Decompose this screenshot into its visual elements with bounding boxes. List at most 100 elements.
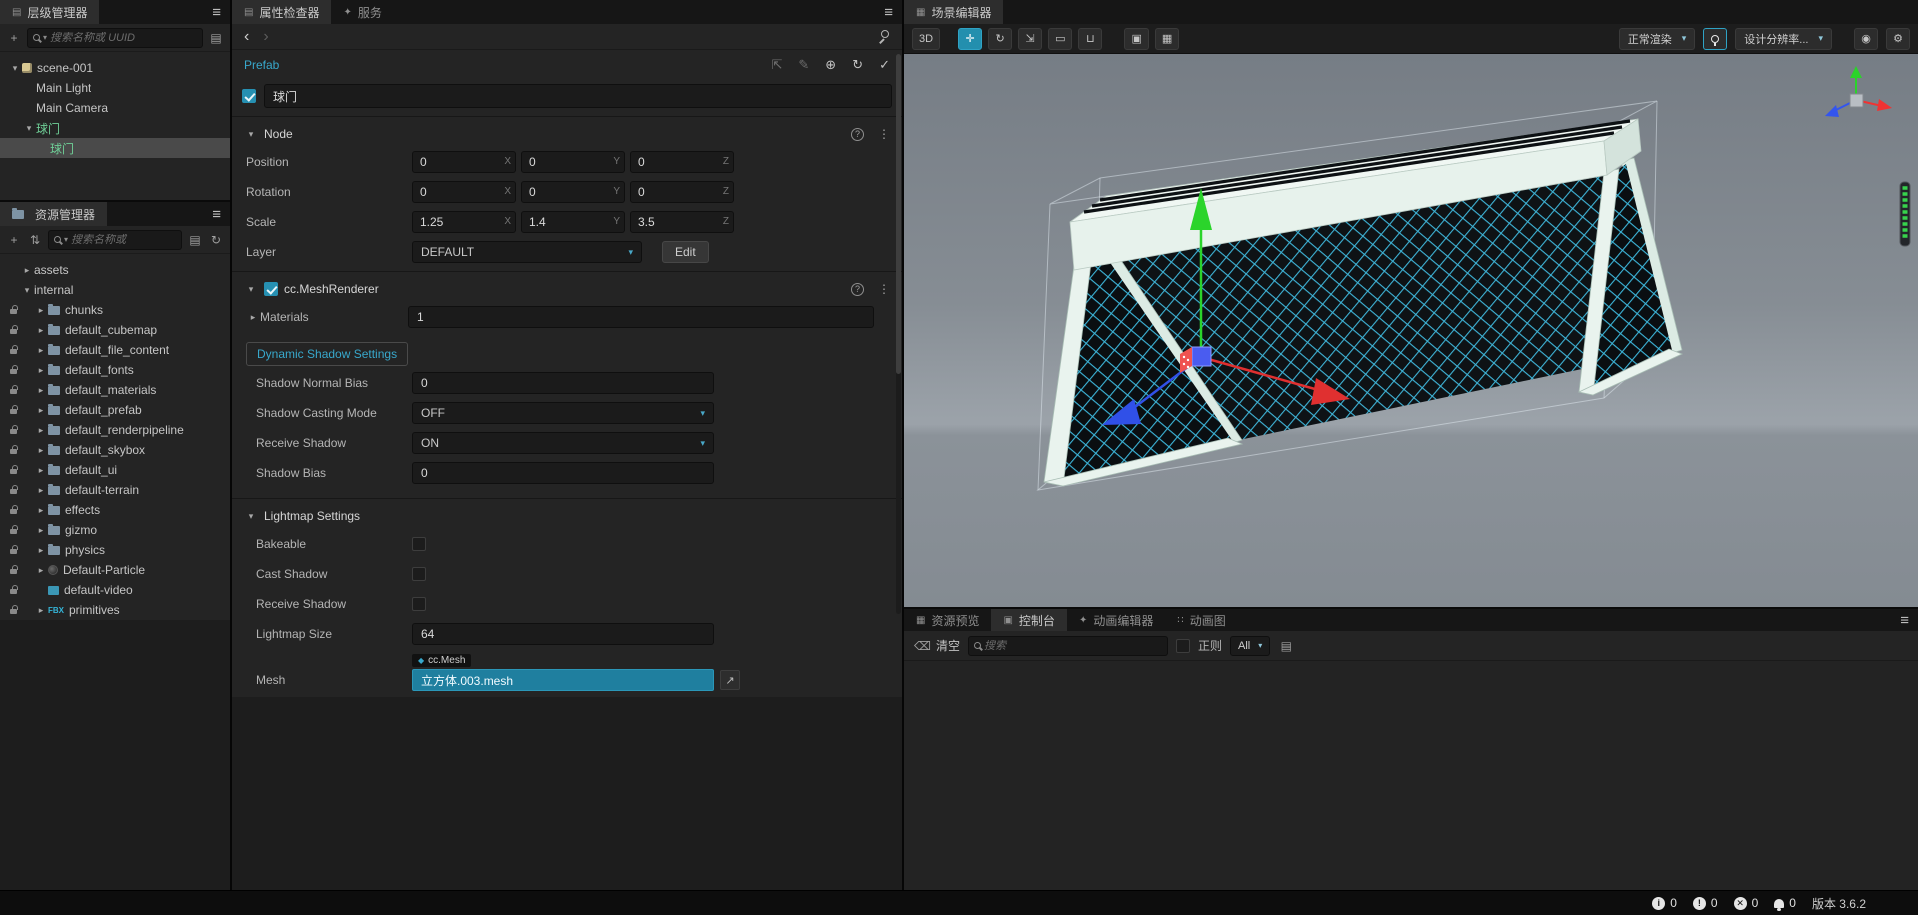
asset-tree-row[interactable]: ▸ gizmo [0,520,230,540]
hierarchy-tree-row[interactable]: ▾ 球门 [0,118,230,138]
render-mode-select[interactable]: 正常渲染 ▾ [1618,27,1696,50]
mesh-asset-field[interactable]: 立方体.003.mesh [412,669,714,691]
capture-button[interactable]: ◉ [1854,27,1878,50]
meshrenderer-enabled-checkbox[interactable] [264,282,278,296]
tab-assets[interactable]: 资源管理器 [0,202,108,226]
expand-arrow-icon[interactable]: ▸ [34,385,48,396]
coords-toggle-button[interactable]: ▦ [1154,27,1180,50]
asset-tree-row[interactable]: ▸ default_renderpipeline [0,420,230,440]
tab-hierarchy[interactable]: ▤ 层级管理器 [0,0,100,24]
console-clear-button[interactable]: ⌫ 清空 [914,637,960,654]
create-asset-button[interactable]: + [6,233,22,247]
console-search[interactable] [967,635,1168,656]
tab-animation-graph[interactable]: ∷ 动画图 [1165,609,1237,631]
asset-tree-row[interactable]: ▸ default-terrain [0,480,230,500]
search-filter-caret-icon[interactable]: ▾ [64,235,68,244]
restore-prefab-button[interactable]: ↻ [852,57,863,73]
collapse-arrow-icon[interactable]: ▾ [20,285,34,296]
console-log-area[interactable] [904,661,1918,890]
asset-tree-row[interactable]: default-video [0,580,230,600]
scale-z-input[interactable] [630,211,734,233]
inspector-scrollbar[interactable] [896,54,901,614]
layer-edit-button[interactable]: Edit [662,241,709,263]
regex-checkbox[interactable] [1175,638,1190,653]
asset-tree-row[interactable]: ▸ default_fonts [0,360,230,380]
asset-tree-row[interactable]: ▸ chunks [0,300,230,320]
asset-tree-row[interactable]: ▸ physics [0,540,230,560]
snap-tool-button[interactable]: ⊔ [1078,27,1103,50]
tab-scene-editor[interactable]: ▦ 场景编辑器 [904,0,1004,24]
error-count[interactable]: ✕ 0 [1733,896,1758,910]
scale-tool-button[interactable]: ⇲ [1018,27,1043,50]
expand-arrow-icon[interactable]: ▸ [34,365,48,376]
lighting-toggle-button[interactable] [1703,27,1728,50]
asset-tree-row[interactable]: ▸ default_prefab [0,400,230,420]
notification-count[interactable]: 0 [1774,896,1796,911]
node-active-checkbox[interactable] [242,89,256,103]
lightmap-receive-shadow-checkbox[interactable] [412,597,426,611]
tab-services[interactable]: ✦ 服务 [331,0,393,24]
asset-tree-row[interactable]: ▸ Default-Particle [0,560,230,580]
pivot-toggle-button[interactable]: ▣ [1124,27,1149,50]
collapse-arrow-icon[interactable]: ▾ [8,63,22,74]
log-detail-toggle-button[interactable]: ▤ [1278,639,1294,653]
mode-3d-button[interactable]: 3D [912,27,941,50]
create-node-button[interactable]: + [6,31,22,45]
history-back-button[interactable]: ‹ [244,28,249,45]
collapse-arrow-icon[interactable]: ▾ [244,284,258,295]
info-count[interactable]: i 0 [1652,896,1677,910]
rotation-x-input[interactable] [412,181,516,203]
scene-settings-button[interactable]: ⚙ [1886,27,1910,50]
asset-tree-row[interactable]: ▸ default_file_content [0,340,230,360]
expand-arrow-icon[interactable]: ▸ [20,265,34,276]
scale-x-input[interactable] [412,211,516,233]
search-filter-caret-icon[interactable]: ▾ [43,33,47,42]
lightmap-size-field[interactable]: 64 [412,623,714,645]
layer-select[interactable]: DEFAULT ▾ [412,241,642,263]
expand-arrow-icon[interactable]: ▸ [34,445,48,456]
collapse-arrow-icon[interactable]: ▾ [244,511,258,522]
node-name-input[interactable] [264,84,892,108]
expand-arrow-icon[interactable]: ▸ [34,525,48,536]
rect-tool-button[interactable]: ▭ [1048,27,1073,50]
locate-prefab-asset-button[interactable]: ⊕ [825,57,836,73]
expand-arrow-icon[interactable]: ▸ [34,545,48,556]
asset-tree-row[interactable]: ▸ default_skybox [0,440,230,460]
assets-search-input[interactable] [71,233,176,246]
expand-arrow-icon[interactable]: ▸ [34,425,48,436]
console-menu-icon[interactable]: ≡ [1900,612,1909,629]
receive-shadow-select[interactable]: ON ▾ [412,432,714,454]
expand-arrow-icon[interactable]: ▸ [34,345,48,356]
expand-arrow-icon[interactable]: ▸ [34,505,48,516]
asset-tree-row[interactable]: ▸ default_ui [0,460,230,480]
log-count[interactable]: ! 0 [1692,896,1718,910]
expand-arrow-icon[interactable]: ▸ [246,312,260,323]
position-z-input[interactable] [630,151,734,173]
shadow-normal-bias-field[interactable]: 0 [412,372,714,394]
edit-prefab-button[interactable]: ✎ [798,57,809,73]
meshrenderer-menu-icon[interactable]: ⋮ [878,282,890,296]
position-y-input[interactable] [521,151,625,173]
shadow-bias-field[interactable]: 0 [412,462,714,484]
asset-tree-row[interactable]: ▸ default_cubemap [0,320,230,340]
position-x-input[interactable] [412,151,516,173]
tab-animation-editor[interactable]: ✦ 动画编辑器 [1067,609,1165,631]
expand-arrow-icon[interactable]: ▸ [34,565,48,576]
asset-tree-row[interactable]: ▾ internal [0,280,230,300]
expand-arrow-icon[interactable]: ▸ [34,465,48,476]
hierarchy-tree-row[interactable]: Main Light [0,78,230,98]
cast-shadow-checkbox[interactable] [412,567,426,581]
assets-refresh-button[interactable]: ↻ [208,233,224,247]
collapse-arrow-icon[interactable]: ▾ [244,129,258,140]
rotate-tool-button[interactable]: ↻ [988,27,1013,50]
inspector-menu-icon[interactable]: ≡ [884,4,893,21]
hierarchy-search-input[interactable] [50,31,197,44]
scene-viewport[interactable] [904,54,1918,607]
expand-arrow-icon[interactable]: ▸ [34,325,48,336]
hierarchy-tree-row[interactable]: Main Camera [0,98,230,118]
asset-tree-row[interactable]: ▸ assets [0,260,230,280]
hierarchy-tree-row[interactable]: 球门 [0,138,230,158]
rotation-y-input[interactable] [521,181,625,203]
locate-mesh-asset-button[interactable]: ↗ [720,670,740,690]
collapse-arrow-icon[interactable]: ▾ [22,123,36,134]
